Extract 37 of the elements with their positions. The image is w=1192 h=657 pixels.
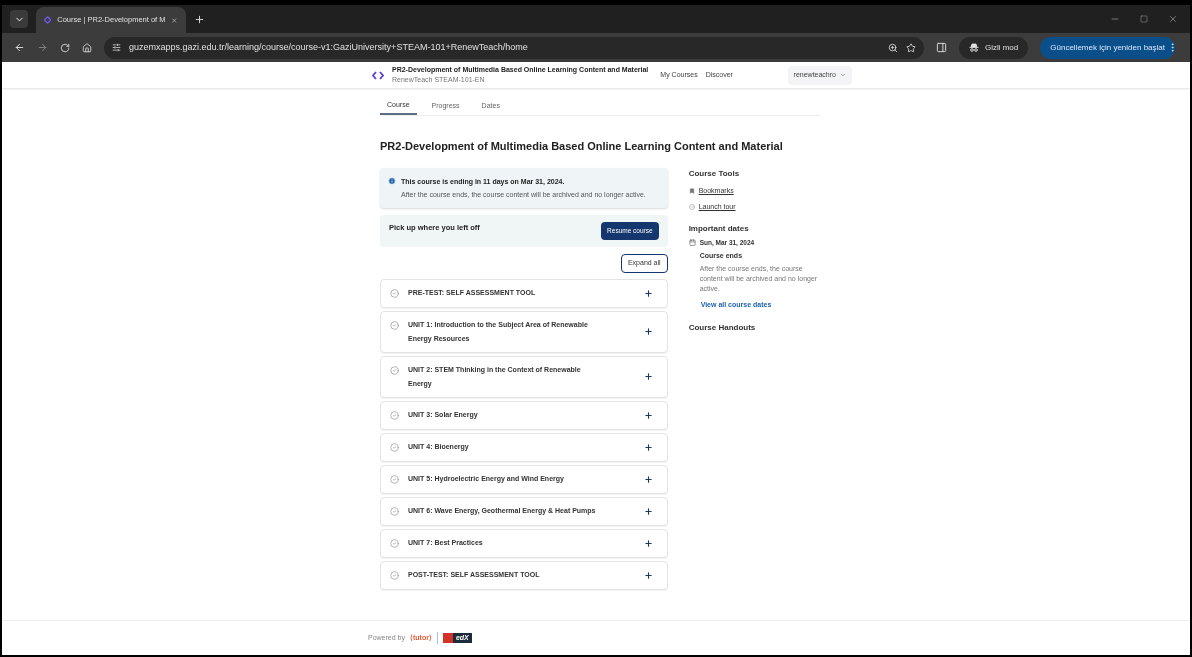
dates-heading: Important dates	[688, 222, 750, 235]
calendar-icon	[688, 238, 696, 246]
expand-icon[interactable]	[643, 570, 653, 580]
logo-icon	[372, 70, 384, 80]
expand-icon[interactable]	[643, 538, 653, 548]
site-info-icon	[112, 43, 121, 52]
info-icon	[388, 176, 396, 185]
home-icon[interactable]	[82, 42, 92, 53]
page-title: PR2-Development of Multimedia Based Online Learning Content and Material	[380, 139, 784, 154]
expand-icon[interactable]	[643, 410, 653, 420]
expand-icon[interactable]	[643, 288, 653, 298]
zoom-icon[interactable]	[887, 42, 898, 53]
expand-icon[interactable]	[643, 327, 653, 336]
reload-icon[interactable]	[60, 42, 70, 53]
back-icon[interactable]	[14, 42, 25, 53]
logo-icon	[44, 15, 52, 25]
tools-heading: Course Tools	[688, 167, 741, 180]
caret-icon	[840, 72, 846, 78]
tab-list-button[interactable]	[10, 10, 28, 28]
bookmark-star-icon[interactable]	[905, 42, 916, 53]
expand-icon[interactable]	[643, 474, 653, 484]
handouts-heading: Course Handouts	[688, 322, 757, 335]
bookmark-icon	[688, 187, 695, 194]
close-window-icon[interactable]	[1168, 14, 1178, 24]
new-tab-icon[interactable]	[194, 13, 205, 25]
incognito-badge[interactable]: Gizli mod	[958, 36, 1029, 59]
expand-icon[interactable]	[643, 372, 653, 381]
forward-icon[interactable]	[37, 42, 48, 53]
check-circle-icon	[688, 204, 695, 211]
update-button[interactable]: Güncellemek için yeniden başlat	[1040, 36, 1175, 59]
expand-icon[interactable]	[643, 506, 653, 516]
address-bar[interactable]: guzemxapps.gazi.edu.tr/learning/course/course-v1:GaziUniversity+STEAM-101+RenewTeach/home	[104, 36, 924, 59]
incognito-icon	[968, 43, 979, 52]
side-panel-icon[interactable]	[935, 42, 947, 53]
url-text: guzemxapps.gazi.edu.tr/learning/course/course-v1:GaziUniversity+STEAM-101+RenewTeach/home	[129, 40, 529, 54]
close-icon[interactable]	[171, 15, 178, 25]
expand-icon[interactable]	[643, 442, 653, 452]
